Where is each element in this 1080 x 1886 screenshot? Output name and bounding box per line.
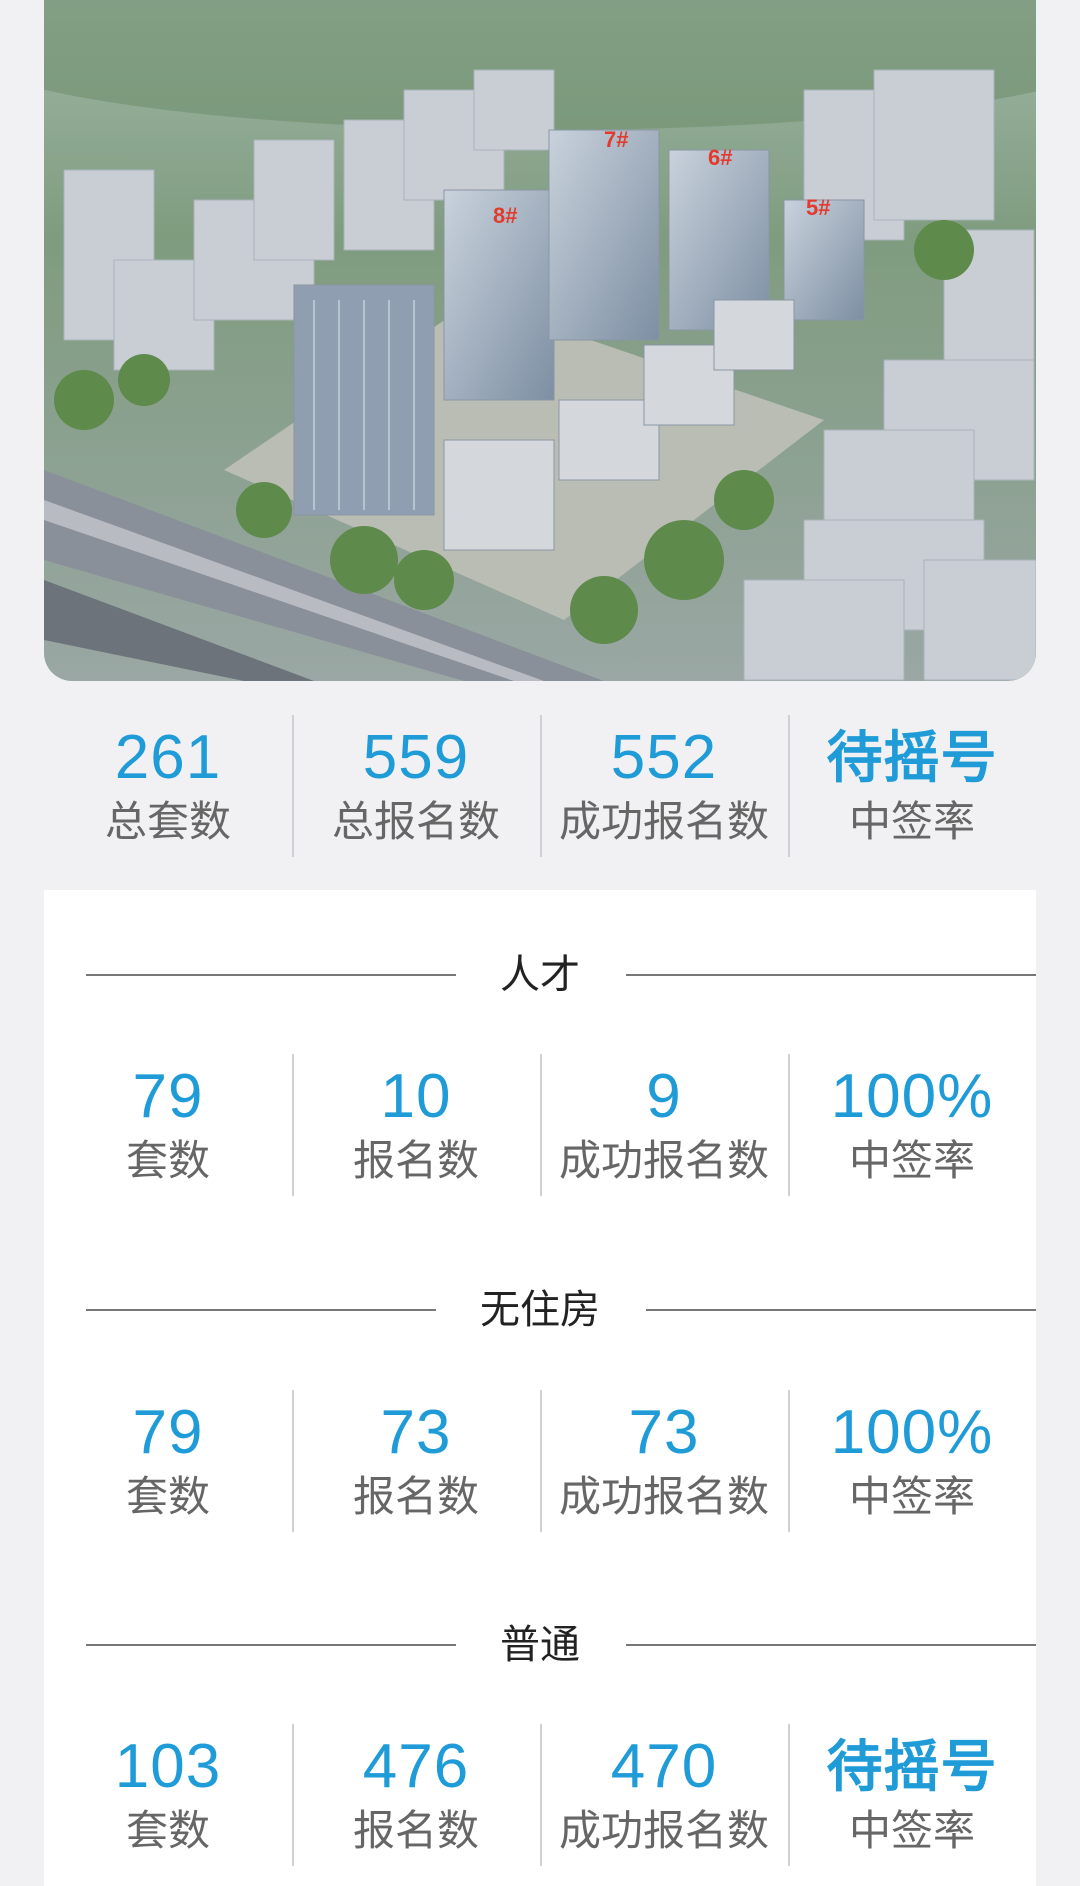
section-stats-no-housing: 79 套数 73 报名数 73 成功报名数 100% 中签率 [44, 1390, 1036, 1532]
stat-label: 成功报名数 [558, 1472, 769, 1521]
building-tag: 5# [806, 195, 831, 220]
building-tag: 8# [493, 203, 518, 228]
stat-value: 9 [646, 1062, 682, 1131]
stat-registrations: 476 报名数 [292, 1724, 540, 1866]
stat-value: 552 [610, 723, 718, 792]
stat-value: 79 [132, 1062, 204, 1131]
stat-value: 470 [610, 1732, 718, 1801]
stat-label: 套数 [125, 1472, 210, 1521]
section-title: 人才 [456, 952, 624, 998]
stat-label: 报名数 [352, 1472, 479, 1521]
stat-total-units: 261 总套数 [44, 715, 292, 857]
stat-value: 79 [132, 1398, 204, 1467]
section-header-regular: 普通 [44, 1615, 1036, 1675]
stat-label: 中签率 [848, 1136, 975, 1185]
stat-value: 100% [830, 1062, 994, 1131]
stat-successful-registrations: 470 成功报名数 [540, 1724, 788, 1866]
stat-units: 79 套数 [44, 1390, 292, 1532]
stat-successful-registrations: 552 成功报名数 [540, 715, 788, 857]
stat-units: 79 套数 [44, 1054, 292, 1196]
stat-win-rate: 待摇号 中签率 [788, 715, 1036, 857]
stat-value: 73 [380, 1398, 452, 1467]
stat-win-rate: 100% 中签率 [788, 1054, 1036, 1196]
building-tag: 7# [604, 127, 629, 152]
stat-registrations: 73 报名数 [292, 1390, 540, 1532]
section-header-talent: 人才 [44, 945, 1036, 1005]
stat-registrations: 10 报名数 [292, 1054, 540, 1196]
stat-value: 73 [628, 1398, 700, 1467]
stat-units: 103 套数 [44, 1724, 292, 1866]
section-stats-talent: 79 套数 10 报名数 9 成功报名数 100% 中签率 [44, 1054, 1036, 1196]
stat-label: 中签率 [848, 1806, 975, 1855]
stat-win-rate: 待摇号 中签率 [788, 1724, 1036, 1866]
stat-label: 总套数 [104, 797, 231, 846]
section-title: 普通 [456, 1622, 624, 1668]
building-tag: 6# [708, 145, 733, 170]
stat-value: 103 [114, 1732, 222, 1801]
section-title: 无住房 [436, 1287, 644, 1333]
stat-label: 中签率 [848, 797, 975, 846]
stat-value: 待摇号 [826, 726, 998, 789]
stat-label: 报名数 [352, 1806, 479, 1855]
project-aerial-image: 7# 6# 8# 5# [44, 0, 1036, 681]
stat-value: 261 [114, 723, 222, 792]
section-stats-regular: 103 套数 476 报名数 470 成功报名数 待摇号 中签率 [44, 1724, 1036, 1866]
stat-label: 套数 [125, 1806, 210, 1855]
stat-value: 476 [362, 1732, 470, 1801]
page: 7# 6# 8# 5# 261 总套数 559 总报名数 552 成功报名数 待… [0, 0, 1080, 1886]
stat-value: 100% [830, 1398, 994, 1467]
stat-total-registrations: 559 总报名数 [292, 715, 540, 857]
stat-label: 成功报名数 [558, 1806, 769, 1855]
stat-win-rate: 100% 中签率 [788, 1390, 1036, 1532]
stat-value: 559 [362, 723, 470, 792]
section-header-no-housing: 无住房 [44, 1280, 1036, 1340]
stat-label: 总报名数 [331, 797, 500, 846]
stat-label: 套数 [125, 1136, 210, 1185]
stat-label: 成功报名数 [558, 1136, 769, 1185]
stat-value: 10 [380, 1062, 452, 1131]
stat-label: 中签率 [848, 1472, 975, 1521]
summary-stats: 261 总套数 559 总报名数 552 成功报名数 待摇号 中签率 [44, 715, 1036, 857]
stat-successful-registrations: 9 成功报名数 [540, 1054, 788, 1196]
stat-label: 报名数 [352, 1136, 479, 1185]
stat-successful-registrations: 73 成功报名数 [540, 1390, 788, 1532]
stat-value: 待摇号 [826, 1735, 998, 1798]
stat-label: 成功报名数 [558, 797, 769, 846]
